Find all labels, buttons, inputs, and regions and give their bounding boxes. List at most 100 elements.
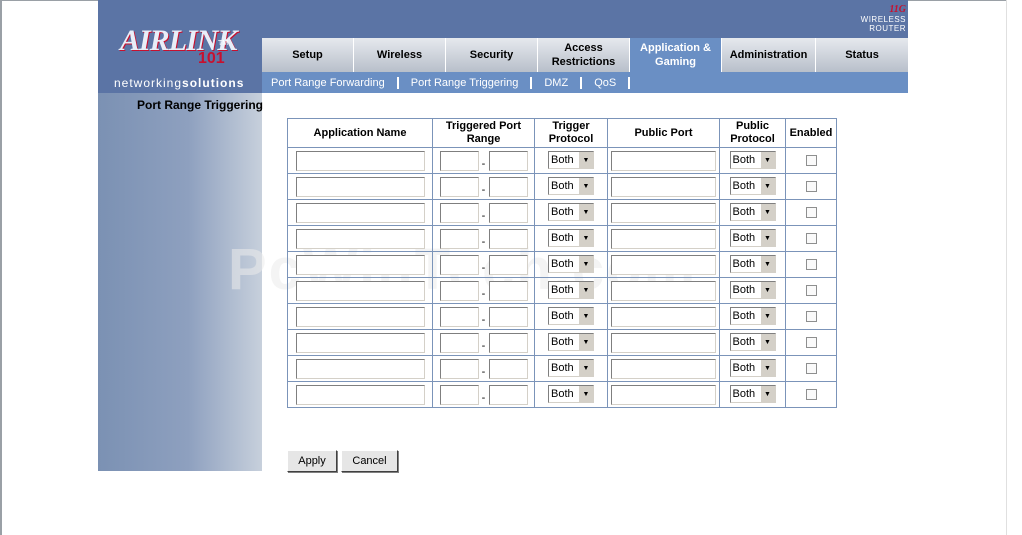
trigger-start-port-input[interactable] — [439, 384, 479, 405]
enabled-checkbox[interactable] — [805, 310, 817, 322]
enabled-checkbox[interactable] — [805, 362, 817, 374]
application-name-input[interactable] — [295, 176, 425, 197]
enabled-checkbox[interactable] — [805, 336, 817, 348]
application-name-input[interactable] — [295, 228, 425, 249]
apply-button[interactable]: Apply — [287, 450, 337, 472]
trigger-protocol-select[interactable]: Both ▼ — [548, 203, 594, 222]
application-name-input[interactable] — [295, 280, 425, 301]
trigger-protocol-select[interactable]: Both ▼ — [548, 255, 594, 274]
trigger-protocol-select[interactable]: Both ▼ — [548, 229, 594, 248]
enabled-checkbox[interactable] — [805, 388, 817, 400]
trigger-protocol-select[interactable]: Both ▼ — [548, 333, 594, 352]
chevron-down-icon[interactable]: ▼ — [759, 386, 775, 403]
trigger-protocol-select[interactable]: Both ▼ — [548, 177, 594, 196]
trigger-start-port-input[interactable] — [439, 202, 479, 223]
public-protocol-select[interactable]: Both ▼ — [729, 307, 776, 326]
chevron-down-icon[interactable]: ▼ — [578, 152, 593, 169]
chevron-down-icon[interactable]: ▼ — [759, 152, 775, 169]
chevron-down-icon[interactable]: ▼ — [578, 204, 593, 221]
chevron-down-icon[interactable]: ▼ — [578, 178, 593, 195]
chevron-down-icon[interactable]: ▼ — [759, 282, 775, 299]
chevron-down-icon[interactable]: ▼ — [759, 360, 775, 377]
trigger-start-port-input[interactable] — [439, 254, 479, 275]
public-protocol-select[interactable]: Both ▼ — [729, 151, 776, 170]
public-port-input[interactable] — [611, 202, 716, 223]
trigger-end-port-input[interactable] — [488, 358, 528, 379]
chevron-down-icon[interactable]: ▼ — [578, 282, 593, 299]
trigger-protocol-select[interactable]: Both ▼ — [548, 307, 594, 326]
application-name-input[interactable] — [295, 150, 425, 171]
trigger-start-port-input[interactable] — [439, 280, 479, 301]
trigger-start-port-input[interactable] — [439, 332, 479, 353]
trigger-end-port-input[interactable] — [488, 332, 528, 353]
chevron-down-icon[interactable]: ▼ — [578, 308, 593, 325]
public-port-input[interactable] — [611, 254, 716, 275]
trigger-start-port-input[interactable] — [439, 228, 479, 249]
trigger-protocol-select[interactable]: Both ▼ — [548, 385, 594, 404]
application-name-input[interactable] — [295, 202, 425, 223]
public-port-input[interactable] — [611, 358, 716, 379]
public-protocol-select[interactable]: Both ▼ — [729, 229, 776, 248]
trigger-end-port-input[interactable] — [488, 280, 528, 301]
public-port-input[interactable] — [611, 150, 716, 171]
public-port-input[interactable] — [611, 332, 716, 353]
public-port-input[interactable] — [611, 306, 716, 327]
tab-status[interactable]: Status — [816, 38, 908, 72]
trigger-protocol-select[interactable]: Both ▼ — [548, 281, 594, 300]
chevron-down-icon[interactable]: ▼ — [759, 230, 775, 247]
trigger-end-port-input[interactable] — [488, 202, 528, 223]
public-protocol-select[interactable]: Both ▼ — [729, 359, 776, 378]
chevron-down-icon[interactable]: ▼ — [578, 360, 593, 377]
public-protocol-select[interactable]: Both ▼ — [729, 333, 776, 352]
application-name-input[interactable] — [295, 358, 425, 379]
chevron-down-icon[interactable]: ▼ — [578, 334, 593, 351]
chevron-down-icon[interactable]: ▼ — [578, 386, 593, 403]
chevron-down-icon[interactable]: ▼ — [759, 178, 775, 195]
public-protocol-select[interactable]: Both ▼ — [729, 255, 776, 274]
trigger-protocol-select[interactable]: Both ▼ — [548, 151, 594, 170]
cancel-button[interactable]: Cancel — [341, 450, 398, 472]
trigger-start-port-input[interactable] — [439, 358, 479, 379]
subnav-qos[interactable]: QoS — [594, 77, 616, 89]
tab-access-restrictions[interactable]: Access Restrictions — [538, 38, 630, 72]
trigger-end-port-input[interactable] — [488, 306, 528, 327]
trigger-end-port-input[interactable] — [488, 150, 528, 171]
enabled-checkbox[interactable] — [805, 284, 817, 296]
enabled-checkbox[interactable] — [805, 180, 817, 192]
airlink-logo[interactable]: AIRLINK TM 101 — [120, 14, 240, 67]
public-port-input[interactable] — [611, 280, 716, 301]
application-name-input[interactable] — [295, 306, 425, 327]
chevron-down-icon[interactable]: ▼ — [578, 230, 593, 247]
chevron-down-icon[interactable]: ▼ — [759, 204, 775, 221]
chevron-down-icon[interactable]: ▼ — [759, 256, 775, 273]
enabled-checkbox[interactable] — [805, 232, 817, 244]
trigger-end-port-input[interactable] — [488, 254, 528, 275]
enabled-checkbox[interactable] — [805, 154, 817, 166]
public-port-input[interactable] — [611, 176, 716, 197]
subnav-port-range-triggering[interactable]: Port Range Triggering — [411, 77, 519, 89]
trigger-end-port-input[interactable] — [488, 384, 528, 405]
trigger-end-port-input[interactable] — [488, 176, 528, 197]
chevron-down-icon[interactable]: ▼ — [759, 334, 775, 351]
public-protocol-select[interactable]: Both ▼ — [729, 203, 776, 222]
subnav-port-range-forwarding[interactable]: Port Range Forwarding — [271, 77, 385, 89]
enabled-checkbox[interactable] — [805, 258, 817, 270]
trigger-protocol-select[interactable]: Both ▼ — [548, 359, 594, 378]
public-protocol-select[interactable]: Both ▼ — [729, 281, 776, 300]
enabled-checkbox[interactable] — [805, 206, 817, 218]
public-protocol-select[interactable]: Both ▼ — [729, 385, 776, 404]
trigger-start-port-input[interactable] — [439, 150, 479, 171]
public-port-input[interactable] — [611, 384, 716, 405]
tab-wireless[interactable]: Wireless — [354, 38, 446, 72]
vertical-scrollbar[interactable] — [1006, 0, 1022, 535]
public-port-input[interactable] — [611, 228, 716, 249]
tab-application-gaming[interactable]: Application & Gaming — [630, 38, 722, 72]
trigger-start-port-input[interactable] — [439, 306, 479, 327]
tab-setup[interactable]: Setup — [262, 38, 354, 72]
chevron-down-icon[interactable]: ▼ — [759, 308, 775, 325]
tab-security[interactable]: Security — [446, 38, 538, 72]
chevron-down-icon[interactable]: ▼ — [578, 256, 593, 273]
tab-administration[interactable]: Administration — [722, 38, 816, 72]
trigger-end-port-input[interactable] — [488, 228, 528, 249]
application-name-input[interactable] — [295, 332, 425, 353]
